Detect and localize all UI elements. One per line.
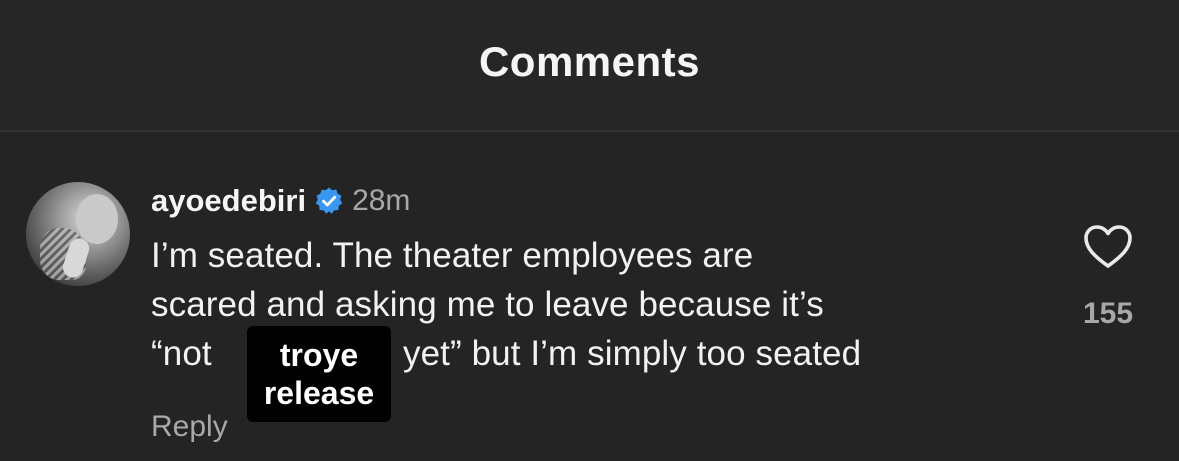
reply-button[interactable]: Reply bbox=[151, 410, 228, 444]
page-title: Comments bbox=[478, 38, 701, 85]
comment-text-line-3-start: “not bbox=[151, 334, 212, 373]
comments-header: Comments bbox=[0, 0, 1179, 130]
overlay-line-2: release bbox=[263, 375, 375, 411]
heart-outline-icon[interactable] bbox=[1082, 224, 1134, 270]
comment-username[interactable]: ayoedebiri bbox=[151, 183, 306, 219]
overlay-line-1: troye bbox=[279, 337, 359, 373]
overlay-sticker: troye release bbox=[247, 326, 391, 422]
comment-text-line-2: scared and asking me to leave because it… bbox=[151, 285, 824, 324]
comment-text-line-1: I’m seated. The theater employees are bbox=[151, 236, 754, 275]
comment-meta-row: ayoedebiri 28m bbox=[151, 179, 410, 223]
like-count: 155 bbox=[1082, 297, 1134, 330]
avatar-face-shape bbox=[76, 194, 118, 244]
comment-text-line-3-end: yet” but I’m simply too seated bbox=[403, 334, 862, 373]
avatar[interactable] bbox=[26, 182, 130, 286]
comment-timestamp: 28m bbox=[352, 184, 411, 217]
verified-badge-icon bbox=[314, 186, 344, 216]
